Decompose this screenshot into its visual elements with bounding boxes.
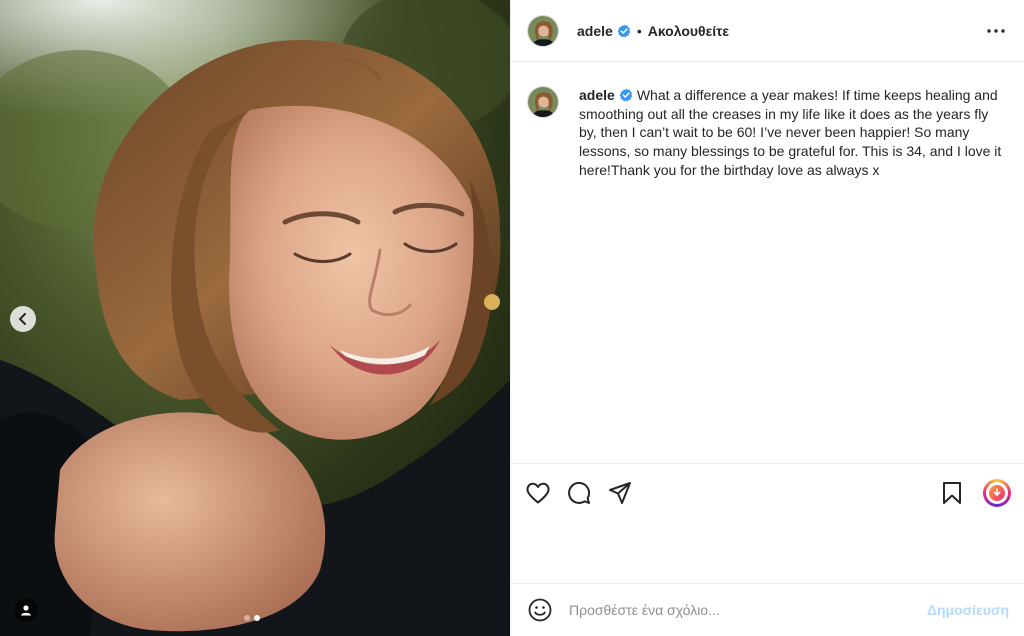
extension-badge-inner [986,481,1008,504]
carousel-dot [244,615,250,621]
previous-slide-button[interactable] [10,306,36,332]
post-photo [0,0,510,636]
comment-icon [568,481,591,504]
post-author-username[interactable]: adele [577,23,613,39]
avatar[interactable] [527,14,559,47]
like-button[interactable] [525,480,551,506]
post-media[interactable] [0,0,510,636]
carousel-dot-active [254,615,260,621]
more-options-icon [987,28,1005,33]
instagram-post: adele • Ακολουθείτε adele What a differe… [0,0,1024,636]
caption-username[interactable]: adele [579,87,615,103]
caption-body: What a difference a year makes! If time … [579,87,1002,178]
avatar-image [528,87,558,117]
following-status-button[interactable]: Ακολουθείτε [648,23,729,39]
more-options-button[interactable] [984,19,1008,43]
extension-badge-button[interactable] [983,478,1011,507]
carousel-indicator [244,615,260,621]
emoji-icon [528,598,552,622]
heart-icon [526,482,550,503]
add-comment-bar: Δημοσίευση [511,583,1024,636]
verified-badge-icon [617,24,631,37]
emoji-button[interactable] [527,597,553,623]
bookmark-icon [943,481,961,504]
share-button[interactable] [607,480,633,506]
share-icon [609,481,631,504]
header-separator: • [636,22,642,39]
caption-comment: adele What a difference a year makes! If… [527,86,1008,180]
chevron-left-icon [19,313,26,325]
save-button[interactable] [939,480,965,506]
tagged-users-button[interactable] [14,598,38,622]
user-tag-icon [21,605,31,616]
comment-button[interactable] [566,480,592,506]
comment-input[interactable] [569,598,899,622]
post-side-panel: adele • Ακολουθείτε adele What a differe… [510,0,1024,636]
post-header: adele • Ακολουθείτε [511,0,1024,62]
verified-badge-icon [619,88,633,102]
download-icon [989,484,1005,501]
avatar-image [528,15,558,46]
action-bar-right [939,478,1011,507]
caption-avatar[interactable] [527,86,559,118]
caption-text-block: adele What a difference a year makes! If… [579,86,1008,180]
comments-section: adele What a difference a year makes! If… [511,62,1024,636]
action-bar [511,463,1024,521]
post-comment-button[interactable]: Δημοσίευση [927,602,1009,618]
